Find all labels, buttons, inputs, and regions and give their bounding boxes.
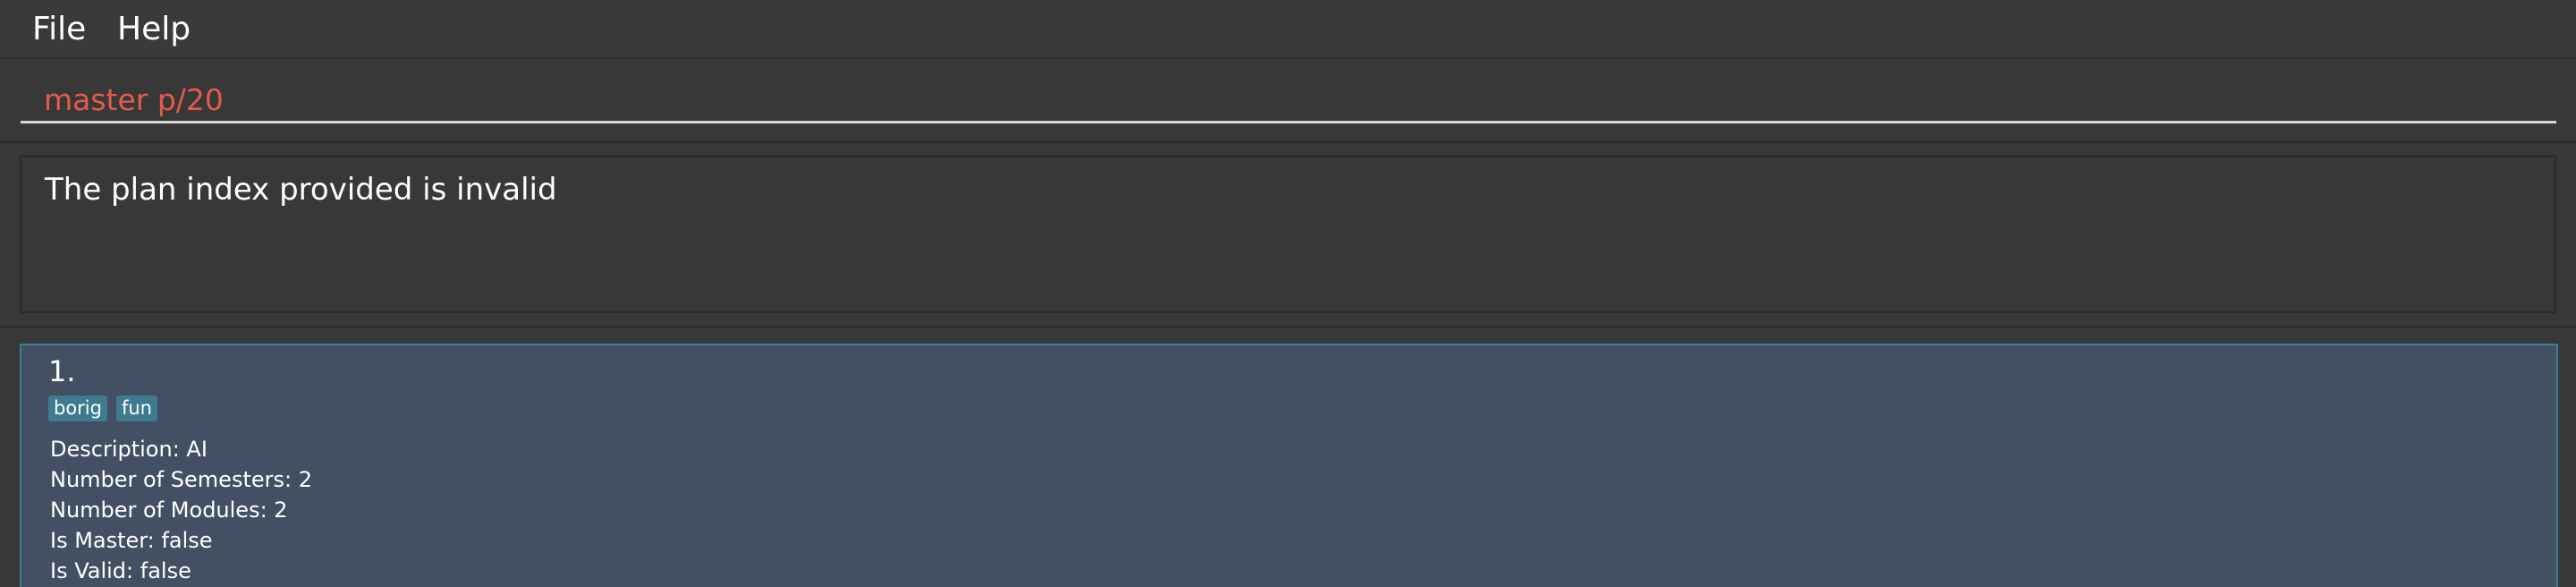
plan-is-valid: Is Valid: false xyxy=(50,558,191,583)
tag-badge: fun xyxy=(115,396,157,421)
plan-module-count: Number of Modules: 2 xyxy=(50,498,288,523)
menu-file[interactable]: File xyxy=(32,11,86,47)
result-panel: The plan index provided is invalid xyxy=(0,145,2576,328)
command-input[interactable] xyxy=(21,79,2556,123)
plan-semester-count: Number of Semesters: 2 xyxy=(50,467,312,492)
plan-card[interactable]: 1. borig fun Description: AI Number of S… xyxy=(20,344,2558,587)
plan-description: Description: AI xyxy=(50,437,208,462)
result-message: The plan index provided is invalid xyxy=(45,172,557,208)
plan-list-panel[interactable]: 1. borig fun Description: AI Number of S… xyxy=(0,328,2576,587)
menu-help[interactable]: Help xyxy=(117,11,191,47)
menu-bar: File Help xyxy=(0,0,2576,59)
result-display[interactable]: The plan index provided is invalid xyxy=(20,156,2556,313)
tag-badge: borig xyxy=(48,396,107,421)
plan-is-master: Is Master: false xyxy=(50,528,213,553)
tag-list: borig fun xyxy=(48,396,157,421)
command-box xyxy=(0,61,2576,143)
plan-index: 1. xyxy=(48,354,76,388)
